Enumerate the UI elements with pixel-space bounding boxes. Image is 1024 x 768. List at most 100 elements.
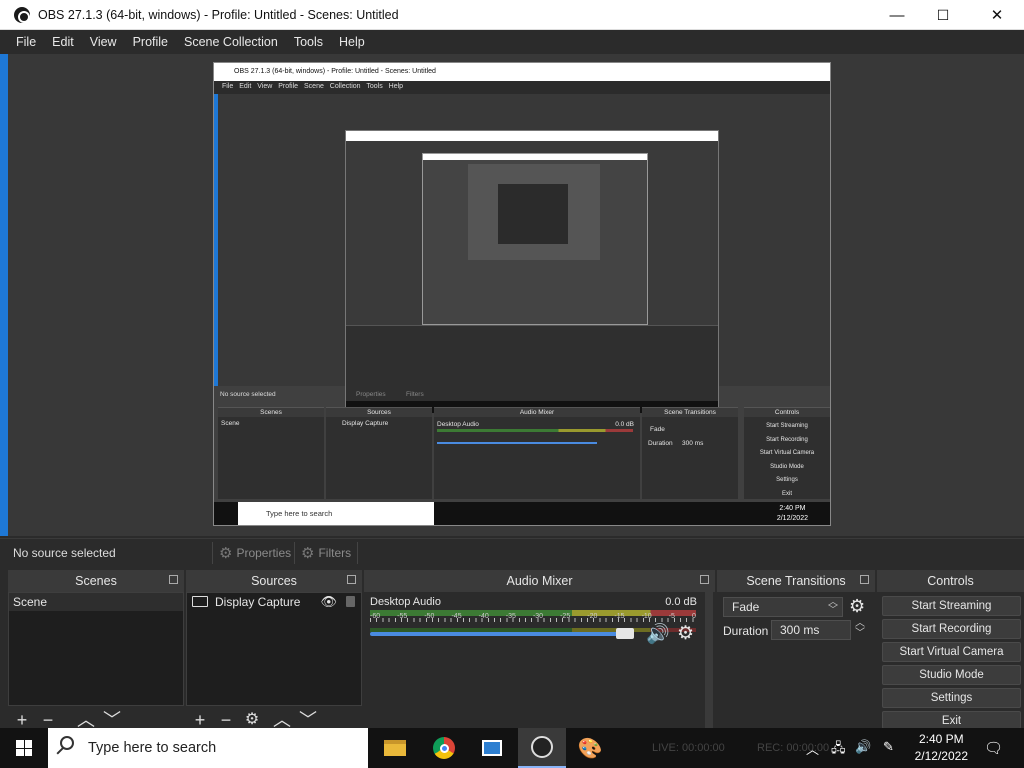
menu-profile[interactable]: Profile bbox=[125, 35, 176, 49]
remove-icon[interactable]: − bbox=[218, 711, 234, 729]
dock-float-icon[interactable] bbox=[347, 575, 356, 584]
add-icon[interactable]: + bbox=[192, 711, 208, 729]
eye-icon[interactable]: 👁 bbox=[320, 594, 337, 610]
studio-mode-button[interactable]: Studio Mode bbox=[882, 665, 1021, 685]
mixer-title: Audio Mixer bbox=[364, 570, 715, 592]
taskbar-search[interactable]: Type here to search bbox=[48, 728, 368, 768]
inner-source-item: Display Capture bbox=[342, 420, 389, 427]
inner-settings: Settings bbox=[776, 477, 798, 483]
no-source-label: No source selected bbox=[13, 546, 116, 560]
inner-channel: Desktop Audio bbox=[437, 421, 479, 428]
deep-title-bar bbox=[423, 154, 647, 160]
inner-start-virtual-camera: Start Virtual Camera bbox=[759, 450, 815, 456]
dock-float-icon[interactable] bbox=[700, 575, 709, 584]
inner-properties: Properties bbox=[356, 391, 386, 398]
clock-date: 2/12/2022 bbox=[914, 749, 968, 763]
transition-select[interactable]: Fade ︿ ﹀ bbox=[723, 597, 843, 617]
ghost-live-status: LIVE: 00:00:00 bbox=[652, 742, 725, 754]
menu-view[interactable]: View bbox=[82, 35, 125, 49]
inner-search: Type here to search bbox=[238, 502, 434, 525]
inner-filters: Filters bbox=[406, 391, 424, 398]
inner-transitions-dock: Scene Transitions Fade Duration 300 ms bbox=[642, 407, 738, 499]
scenes-title: Scenes bbox=[8, 570, 184, 592]
deep-stack-core bbox=[498, 184, 568, 244]
inner-preview-canvas bbox=[214, 94, 830, 413]
inner-level: 0.0 dB bbox=[615, 421, 634, 428]
start-streaming-button[interactable]: Start Streaming bbox=[882, 596, 1021, 616]
inner-no-source: No source selected bbox=[220, 391, 276, 398]
scenes-list: Scene bbox=[8, 592, 184, 706]
volume-slider[interactable] bbox=[370, 632, 627, 636]
obs-taskbar-icon[interactable] bbox=[518, 728, 566, 768]
pen-icon[interactable]: ✎ bbox=[883, 739, 894, 755]
inner-duration-value: 300 ms bbox=[682, 440, 704, 447]
scene-item[interactable]: Scene bbox=[9, 593, 183, 611]
close-button[interactable]: ✕ bbox=[974, 0, 1020, 30]
duration-spinner-icon[interactable]: ︿ ﹀ bbox=[855, 619, 865, 639]
move-down-icon[interactable]: ﹀ bbox=[299, 711, 317, 729]
source-item[interactable]: Display Capture 👁 bbox=[187, 593, 361, 611]
move-up-icon[interactable]: ︿ bbox=[77, 711, 95, 729]
filter-icon: ⚙ bbox=[301, 545, 315, 562]
obs-logo-icon bbox=[14, 7, 30, 23]
chrome-icon[interactable] bbox=[420, 728, 468, 768]
gear-icon[interactable]: ⚙ bbox=[244, 711, 260, 729]
duration-label: Duration bbox=[723, 624, 769, 638]
menu-scene-collection[interactable]: Scene Collection bbox=[176, 35, 286, 49]
gear-icon[interactable]: ⚙ bbox=[849, 596, 865, 617]
mixer-scrollbar[interactable] bbox=[705, 592, 713, 728]
tray-overflow-icon[interactable]: ︿ bbox=[806, 739, 819, 758]
file-explorer-icon[interactable] bbox=[371, 728, 419, 768]
tick: -10 bbox=[641, 613, 652, 620]
maximize-button[interactable]: ☐ bbox=[920, 0, 966, 30]
start-recording-button[interactable]: Start Recording bbox=[882, 619, 1021, 639]
inner-scenes-title: Scenes bbox=[218, 408, 324, 417]
palette-glyph: 🎨 bbox=[577, 737, 603, 760]
taskbar-clock[interactable]: 2:40 PM 2/12/2022 bbox=[915, 731, 968, 765]
start-virtual-camera-button[interactable]: Start Virtual Camera bbox=[882, 642, 1021, 662]
menu-help[interactable]: Help bbox=[331, 35, 373, 49]
properties-button[interactable]: ⚙ Properties bbox=[212, 542, 297, 564]
tick: -25 bbox=[560, 613, 571, 620]
scenes-dock: Scenes Scene + − ︿ ﹀ bbox=[8, 570, 184, 730]
notification-icon[interactable]: 🗨 bbox=[984, 739, 1003, 757]
updown-icon: ︿ ﹀ bbox=[828, 597, 838, 616]
nested-docks bbox=[346, 325, 718, 401]
add-icon[interactable]: + bbox=[14, 711, 30, 729]
inner-studio-mode: Studio Mode bbox=[770, 463, 804, 470]
exit-button[interactable]: Exit bbox=[882, 711, 1021, 729]
dock-float-icon[interactable] bbox=[169, 575, 178, 584]
volume-icon[interactable]: 🔊 bbox=[855, 739, 871, 755]
news-app-icon[interactable] bbox=[468, 728, 516, 768]
lock-icon[interactable] bbox=[346, 596, 355, 607]
tick: 0 bbox=[691, 613, 696, 620]
minimize-button[interactable]: — bbox=[874, 0, 920, 30]
channel-level: 0.0 dB bbox=[665, 596, 697, 608]
duration-input[interactable]: 300 ms bbox=[771, 620, 851, 640]
tick: -55 bbox=[397, 613, 408, 620]
inner-meter bbox=[437, 429, 633, 432]
network-icon[interactable]: 🖧 bbox=[831, 739, 846, 761]
inner-controls-dock: Controls Start Streaming Start Recording… bbox=[744, 407, 830, 499]
search-placeholder: Type here to search bbox=[88, 740, 217, 756]
speaker-icon[interactable]: 🔊 bbox=[646, 622, 670, 646]
dock-float-icon[interactable] bbox=[860, 575, 869, 584]
search-icon-handle bbox=[56, 747, 64, 755]
menu-edit[interactable]: Edit bbox=[44, 35, 82, 49]
start-button[interactable] bbox=[0, 728, 48, 768]
filters-button[interactable]: ⚙ Filters bbox=[294, 542, 359, 564]
scene-transitions-dock: Scene Transitions Fade ︿ ﹀ ⚙ Duration 300… bbox=[717, 570, 875, 730]
volume-slider-handle[interactable] bbox=[616, 628, 635, 639]
captured-display-preview[interactable]: OBS 27.1.3 (64-bit, windows) - Profile: … bbox=[213, 62, 831, 526]
gear-icon: ⚙ bbox=[219, 545, 233, 562]
paint-app-icon[interactable]: 🎨 bbox=[566, 728, 614, 768]
menu-tools[interactable]: Tools bbox=[286, 35, 331, 49]
settings-button[interactable]: Settings bbox=[882, 688, 1021, 708]
move-up-icon[interactable]: ︿ bbox=[273, 711, 291, 729]
menu-file[interactable]: File bbox=[8, 35, 44, 49]
move-down-icon[interactable]: ﹀ bbox=[103, 711, 121, 729]
nested-preview bbox=[345, 130, 719, 413]
remove-icon[interactable]: − bbox=[40, 711, 56, 729]
gear-icon[interactable]: ⚙ bbox=[677, 622, 694, 645]
controls-title: Controls bbox=[877, 570, 1024, 592]
